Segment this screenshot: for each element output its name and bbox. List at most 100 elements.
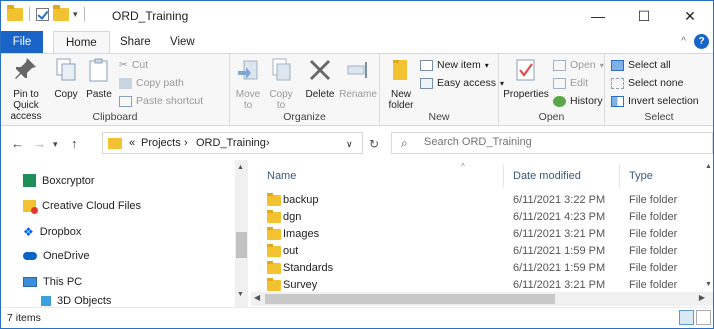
table-row[interactable]: Images 6/11/2021 3:21 PM File folder bbox=[263, 227, 711, 243]
divider bbox=[83, 7, 85, 21]
tab-home[interactable]: Home bbox=[53, 31, 110, 54]
table-row[interactable]: out 6/11/2021 1:59 PM File folder bbox=[263, 244, 711, 260]
scroll-left-icon[interactable]: ◀ bbox=[254, 293, 260, 302]
scroll-right-icon[interactable]: ▶ bbox=[699, 293, 705, 302]
nav-item-onedrive[interactable]: OneDrive bbox=[23, 250, 89, 262]
paste-shortcut-label: Paste shortcut bbox=[136, 95, 204, 107]
table-row[interactable]: Standards 6/11/2021 1:59 PM File folder bbox=[263, 261, 711, 277]
properties-qat-icon[interactable] bbox=[36, 7, 49, 21]
refresh-icon[interactable]: ↻ bbox=[369, 137, 379, 151]
new-folder-qat-icon[interactable] bbox=[53, 4, 69, 21]
folder-icon bbox=[267, 244, 281, 257]
title-bar: ▾ ORD_Training — ☐ ✕ bbox=[1, 1, 713, 31]
address-dropdown-icon[interactable]: ∨ bbox=[346, 139, 353, 150]
paste-label: Paste bbox=[86, 89, 112, 100]
properties-button[interactable]: Properties bbox=[503, 57, 549, 100]
table-row[interactable]: dgn 6/11/2021 4:23 PM File folder bbox=[263, 210, 711, 226]
item-count: 7 items bbox=[7, 312, 41, 324]
rename-label: Rename bbox=[339, 89, 377, 100]
copy-path-button[interactable]: Copy path bbox=[119, 77, 184, 89]
column-divider[interactable] bbox=[503, 164, 504, 188]
copy-button[interactable]: Copy bbox=[51, 57, 81, 100]
collapse-ribbon-icon[interactable]: ^ bbox=[681, 36, 686, 47]
close-button[interactable]: ✕ bbox=[667, 1, 713, 31]
large-icons-view-icon[interactable] bbox=[696, 310, 711, 325]
rename-button[interactable]: Rename bbox=[338, 57, 378, 100]
nav-item-dropbox[interactable]: ❖ Dropbox bbox=[23, 225, 81, 239]
status-bar: 7 items bbox=[1, 307, 713, 328]
easy-access-label: Easy access bbox=[437, 77, 496, 89]
breadcrumb-separator[interactable]: › bbox=[266, 137, 270, 149]
history-icon bbox=[553, 95, 566, 107]
details-view-icon[interactable] bbox=[679, 310, 694, 325]
maximize-button[interactable]: ☐ bbox=[621, 1, 667, 31]
paste-button[interactable]: Paste bbox=[83, 57, 115, 100]
scroll-down-icon[interactable]: ▼ bbox=[237, 291, 244, 298]
new-item-button[interactable]: New item ▾ bbox=[420, 59, 489, 71]
new-folder-label: New folder bbox=[388, 89, 414, 111]
nav-item-this-pc[interactable]: This PC bbox=[23, 276, 82, 288]
column-header-type[interactable]: Type bbox=[629, 170, 653, 182]
breadcrumb-ord-training[interactable]: ORD_Training bbox=[196, 137, 266, 149]
nav-item-label: OneDrive bbox=[43, 250, 90, 262]
scissors-icon: ✂ bbox=[119, 59, 128, 71]
rename-icon bbox=[347, 62, 367, 78]
open-icon bbox=[553, 59, 566, 71]
paste-shortcut-button[interactable]: Paste shortcut bbox=[119, 95, 203, 107]
horizontal-scrollbar[interactable]: ◀ ▶ bbox=[251, 292, 713, 306]
back-icon[interactable]: ← bbox=[11, 136, 24, 151]
breadcrumb-projects[interactable]: Projects bbox=[141, 137, 181, 149]
search-box[interactable]: ⌕ bbox=[391, 132, 713, 154]
nav-scrollbar[interactable]: ▲ ▼ bbox=[235, 160, 248, 307]
column-header-name[interactable]: Name bbox=[267, 170, 296, 182]
forward-icon[interactable]: → bbox=[33, 136, 46, 151]
copy-to-button[interactable]: Copy to bbox=[266, 57, 296, 111]
help-icon[interactable]: ? bbox=[694, 34, 709, 49]
scroll-up-icon[interactable]: ▲ bbox=[705, 163, 712, 170]
qat-dropdown-icon[interactable]: ▾ bbox=[73, 9, 78, 20]
edit-button[interactable]: Edit bbox=[553, 77, 588, 89]
delete-button[interactable]: Delete bbox=[302, 57, 338, 100]
column-header-date[interactable]: Date modified bbox=[513, 170, 581, 182]
invert-selection-label: Invert selection bbox=[628, 95, 699, 107]
cut-button[interactable]: ✂ Cut bbox=[119, 59, 148, 71]
minimize-button[interactable]: — bbox=[575, 1, 621, 31]
scroll-up-icon[interactable]: ▲ bbox=[237, 164, 244, 171]
nav-item-label: This PC bbox=[43, 276, 83, 288]
nav-item-3d-objects[interactable]: 3D Objects bbox=[41, 295, 111, 307]
folder-icon bbox=[267, 278, 281, 291]
recent-locations-icon[interactable]: ▾ bbox=[53, 139, 58, 150]
easy-access-button[interactable]: Easy access ▾ bbox=[420, 77, 504, 89]
column-divider[interactable] bbox=[619, 164, 620, 188]
select-none-button[interactable]: Select none bbox=[611, 77, 683, 89]
folder-icon bbox=[7, 4, 23, 21]
select-all-button[interactable]: Select all bbox=[611, 59, 671, 71]
horizontal-scroll-thumb[interactable] bbox=[265, 294, 555, 304]
move-to-button[interactable]: Move to bbox=[233, 57, 263, 111]
search-input[interactable] bbox=[424, 136, 684, 148]
navigation-pane: Boxcryptor Creative Cloud Files ❖ Dropbo… bbox=[1, 160, 251, 307]
select-none-label: Select none bbox=[628, 77, 684, 89]
cube-icon bbox=[41, 296, 51, 306]
boxcryptor-icon bbox=[23, 174, 36, 187]
tab-share[interactable]: Share bbox=[108, 31, 163, 53]
breadcrumb-separator[interactable]: › bbox=[184, 137, 188, 149]
ribbon-tabs: File Home Share View ^ ? bbox=[1, 31, 713, 54]
breadcrumb-overflow[interactable]: « bbox=[129, 137, 135, 149]
scroll-down-icon[interactable]: ▼ bbox=[705, 281, 712, 288]
nav-item-boxcryptor[interactable]: Boxcryptor bbox=[23, 174, 95, 187]
nav-scroll-thumb[interactable] bbox=[236, 232, 247, 258]
folder-icon bbox=[267, 210, 281, 223]
up-icon[interactable]: ↑ bbox=[71, 136, 78, 151]
tab-view[interactable]: View bbox=[158, 31, 207, 53]
invert-selection-button[interactable]: Invert selection bbox=[611, 95, 699, 107]
history-button[interactable]: History bbox=[553, 95, 603, 107]
nav-item-creative-cloud[interactable]: Creative Cloud Files bbox=[23, 200, 142, 214]
file-type: File folder bbox=[629, 262, 678, 274]
table-row[interactable]: backup 6/11/2021 3:22 PM File folder bbox=[263, 193, 711, 209]
open-button[interactable]: Open ▾ bbox=[553, 59, 604, 71]
nav-item-label: Creative Cloud Files bbox=[42, 200, 142, 212]
tab-file[interactable]: File bbox=[1, 31, 43, 53]
address-bar[interactable]: « Projects › ORD_Training › ∨ bbox=[102, 132, 363, 154]
new-folder-button[interactable]: New folder bbox=[384, 57, 418, 111]
